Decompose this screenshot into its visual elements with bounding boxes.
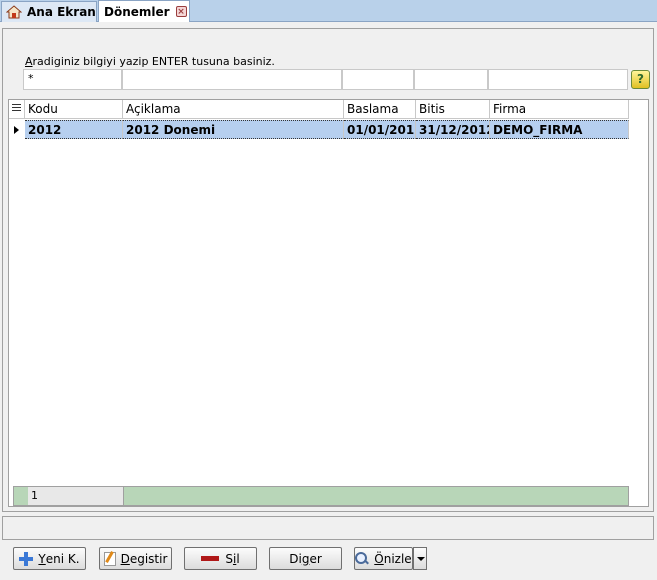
cell-bitis[interactable]: 31/12/2012 xyxy=(416,120,490,139)
filter-aciklama-input[interactable] xyxy=(122,69,342,90)
row-indicator xyxy=(9,120,23,139)
grid-footer: 1 xyxy=(13,486,629,506)
tab-donemler[interactable]: Dönemler × xyxy=(98,0,190,22)
filter-bitis-input[interactable] xyxy=(414,69,488,90)
edit-button[interactable]: Degistir xyxy=(99,547,172,570)
pencil-icon xyxy=(103,551,116,566)
table-row[interactable]: 2012 2012 Donemi 01/01/2012 31/12/2012 D… xyxy=(9,120,629,139)
list-icon xyxy=(12,104,21,114)
other-button[interactable]: Di g er xyxy=(269,547,342,570)
cell-baslama[interactable]: 01/01/2012 xyxy=(344,120,416,139)
new-record-button[interactable]: Yeni K. xyxy=(13,547,86,570)
column-header-bitis[interactable]: Bitis xyxy=(416,100,490,118)
close-icon[interactable]: × xyxy=(175,6,187,17)
status-strip xyxy=(2,516,654,540)
magnifier-icon xyxy=(355,551,369,566)
delete-button[interactable]: Sil xyxy=(184,547,257,570)
home-icon xyxy=(5,5,23,19)
plus-icon xyxy=(19,551,34,566)
preview-dropdown-button[interactable] xyxy=(413,547,427,570)
preview-button[interactable]: Önizle xyxy=(354,547,413,570)
cell-firma[interactable]: DEMO_FIRMA xyxy=(490,120,629,139)
tab-label: Ana Ekran xyxy=(27,5,96,19)
filter-row: * xyxy=(23,69,629,91)
column-header-firma[interactable]: Firma xyxy=(490,100,629,118)
column-chooser[interactable] xyxy=(9,100,25,118)
tab-strip: Ana Ekran Dönemler × xyxy=(0,0,657,22)
row-pointer-icon xyxy=(14,126,19,134)
column-header-baslama[interactable]: Baslama xyxy=(344,100,416,118)
help-icon[interactable]: ? xyxy=(631,70,650,89)
minus-icon xyxy=(201,556,220,561)
cell-kodu[interactable]: 2012 xyxy=(25,120,123,139)
tab-ana-ekran[interactable]: Ana Ekran xyxy=(1,1,97,22)
filter-baslama-input[interactable] xyxy=(342,69,414,90)
filter-firma-input[interactable] xyxy=(488,69,628,90)
cell-aciklama[interactable]: 2012 Donemi xyxy=(123,120,344,139)
tab-label: Dönemler xyxy=(104,4,170,19)
record-count: 1 xyxy=(28,487,124,505)
grid-header: Kodu Açiklama Baslama Bitis Firma xyxy=(9,100,629,119)
search-hint: Aradiginiz bilgiyi yazip ENTER tusuna ba… xyxy=(25,55,275,68)
main-panel: Aradiginiz bilgiyi yazip ENTER tusuna ba… xyxy=(2,28,654,512)
filter-kodu-input[interactable]: * xyxy=(23,69,122,90)
column-header-kodu[interactable]: Kodu xyxy=(25,100,123,118)
column-header-aciklama[interactable]: Açiklama xyxy=(123,100,344,118)
data-grid: Kodu Açiklama Baslama Bitis Firma 2012 2… xyxy=(8,99,649,507)
